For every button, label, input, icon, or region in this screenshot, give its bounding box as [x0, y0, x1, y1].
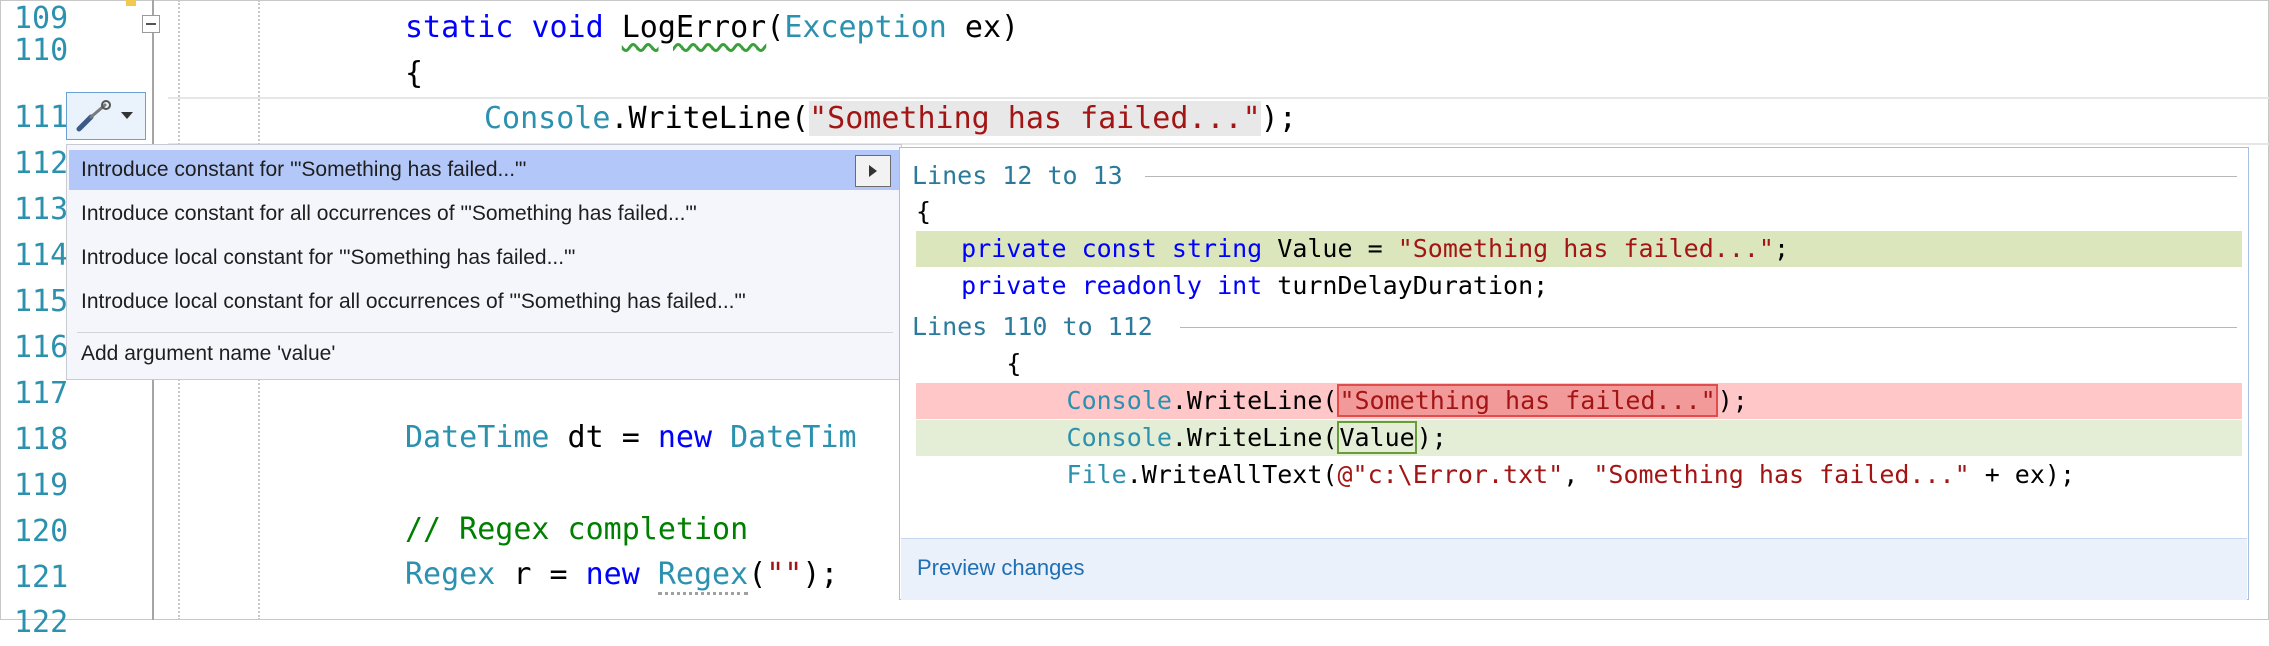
chevron-down-icon[interactable] [121, 112, 133, 119]
keyword: int [1217, 271, 1263, 300]
method-name: LogError [621, 10, 767, 45]
code-line-118[interactable]: DateTime dt = new DateTim [405, 415, 857, 461]
punct: ( [766, 10, 785, 45]
line-number: 110 [14, 33, 69, 68]
code-text: ex) [946, 10, 1020, 45]
code-text: , [1563, 460, 1594, 489]
keyword: new [657, 420, 713, 455]
preview-footer: Preview changes [901, 538, 2247, 600]
code-text: .WriteLine( [1171, 386, 1338, 415]
keyword: static [405, 10, 514, 45]
keyword: readonly [1081, 271, 1202, 300]
code-line-121[interactable]: Regex r = new Regex(""); [405, 552, 839, 598]
menu-item-add-argument-name[interactable]: Add argument name 'value' [69, 334, 899, 374]
preview-line: { [916, 197, 932, 226]
keyword: private [961, 234, 1067, 263]
preview-line-added: Console.WriteLine(Value); [916, 420, 2242, 456]
type-name: File [1066, 460, 1127, 489]
code-text: turnDelayDuration; [1262, 271, 1549, 300]
string-literal: "Something has failed..." [1397, 234, 1774, 263]
punct: ( [748, 557, 767, 592]
preview-changes-link[interactable]: Preview changes [917, 555, 1085, 581]
code-line-120[interactable]: // Regex completion [405, 507, 748, 553]
code-text: .WriteLine( [610, 101, 810, 136]
keyword: void [531, 10, 604, 45]
string-literal: "c:\Error.txt" [1352, 460, 1564, 489]
code-text: ); [1717, 386, 1748, 415]
screwdriver-icon [76, 100, 111, 132]
type-name: Console [1066, 386, 1172, 415]
added-identifier: Value [1337, 421, 1417, 454]
quick-actions-button[interactable] [66, 92, 146, 140]
type-name: DateTime [405, 420, 550, 455]
type-name: Regex [657, 557, 749, 595]
keyword: string [1171, 234, 1263, 263]
removed-string: "Something has failed..." [1337, 384, 1718, 417]
line-number: 118 [14, 422, 69, 457]
quick-actions-menu: Introduce constant for '"Something has f… [66, 144, 902, 380]
divider [1180, 327, 2237, 328]
code-text: + ex); [1969, 460, 2075, 489]
code-line-111[interactable]: Console.WriteLine("Something has failed.… [484, 96, 1297, 142]
keyword: private [961, 271, 1067, 300]
string-literal: "" [766, 557, 803, 592]
preview-pane: Lines 12 to 13 { private const string Va… [899, 147, 2249, 600]
preview-line: { [916, 346, 2242, 382]
type-name: Console [484, 101, 611, 136]
preview-line: File.WriteAllText(@"c:\Error.txt", "Some… [916, 457, 2242, 493]
menu-item-introduce-constant-all[interactable]: Introduce constant for all occurrences o… [69, 194, 899, 234]
preview-line: private readonly int turnDelayDuration; [916, 268, 2242, 304]
code-text: dt = [549, 420, 658, 455]
preview-header: Lines 12 to 13 [912, 161, 1123, 190]
code-text: ); [1416, 423, 1447, 452]
divider [1145, 176, 2237, 177]
code-text: .WriteLine( [1171, 423, 1338, 452]
chevron-right-icon[interactable] [855, 155, 891, 187]
keyword: const [1081, 234, 1157, 263]
type-name: Regex [405, 557, 496, 592]
preview-line-added: private const string Value = "Something … [916, 231, 2242, 267]
comment: // Regex completion [405, 512, 749, 547]
string-literal: "Something has failed..." [1593, 460, 1970, 489]
menu-item-introduce-constant[interactable]: Introduce constant for '"Something has f… [69, 150, 899, 190]
line-number: 119 [14, 468, 69, 503]
code-text: ); [1260, 101, 1297, 136]
line-number: 122 [14, 605, 69, 640]
preview-header: Lines 110 to 112 [912, 312, 1153, 341]
collapse-toggle[interactable] [142, 15, 160, 33]
code-text: Value = [1262, 234, 1398, 263]
code-line-109[interactable]: static void LogError(Exception ex) [405, 5, 1019, 51]
string-literal: "Something has failed..." [809, 101, 1261, 136]
code-text: .WriteAllText( [1126, 460, 1338, 489]
code-text: { [1006, 349, 1022, 378]
line-number: 121 [14, 560, 69, 595]
menu-item-introduce-local-constant[interactable]: Introduce local constant for '"Something… [69, 238, 899, 278]
menu-item-introduce-local-constant-all[interactable]: Introduce local constant for all occurre… [69, 282, 899, 322]
menu-item-label: Introduce constant for '"Something has f… [81, 158, 527, 181]
code-text: r = [495, 557, 586, 592]
type-name: Exception [784, 10, 947, 45]
keyword: new [585, 557, 640, 592]
code-text: ; [1773, 234, 1790, 263]
change-marker [126, 0, 136, 6]
menu-separator [77, 332, 893, 333]
type-name: Console [1066, 423, 1172, 452]
line-number: 120 [14, 514, 69, 549]
preview-line-removed: Console.WriteLine("Something has failed.… [916, 383, 2242, 419]
type-name: DateTim [730, 420, 857, 455]
string-literal: @ [1337, 460, 1353, 489]
code-line-110[interactable]: { [405, 51, 423, 97]
code-text: ); [802, 557, 839, 592]
